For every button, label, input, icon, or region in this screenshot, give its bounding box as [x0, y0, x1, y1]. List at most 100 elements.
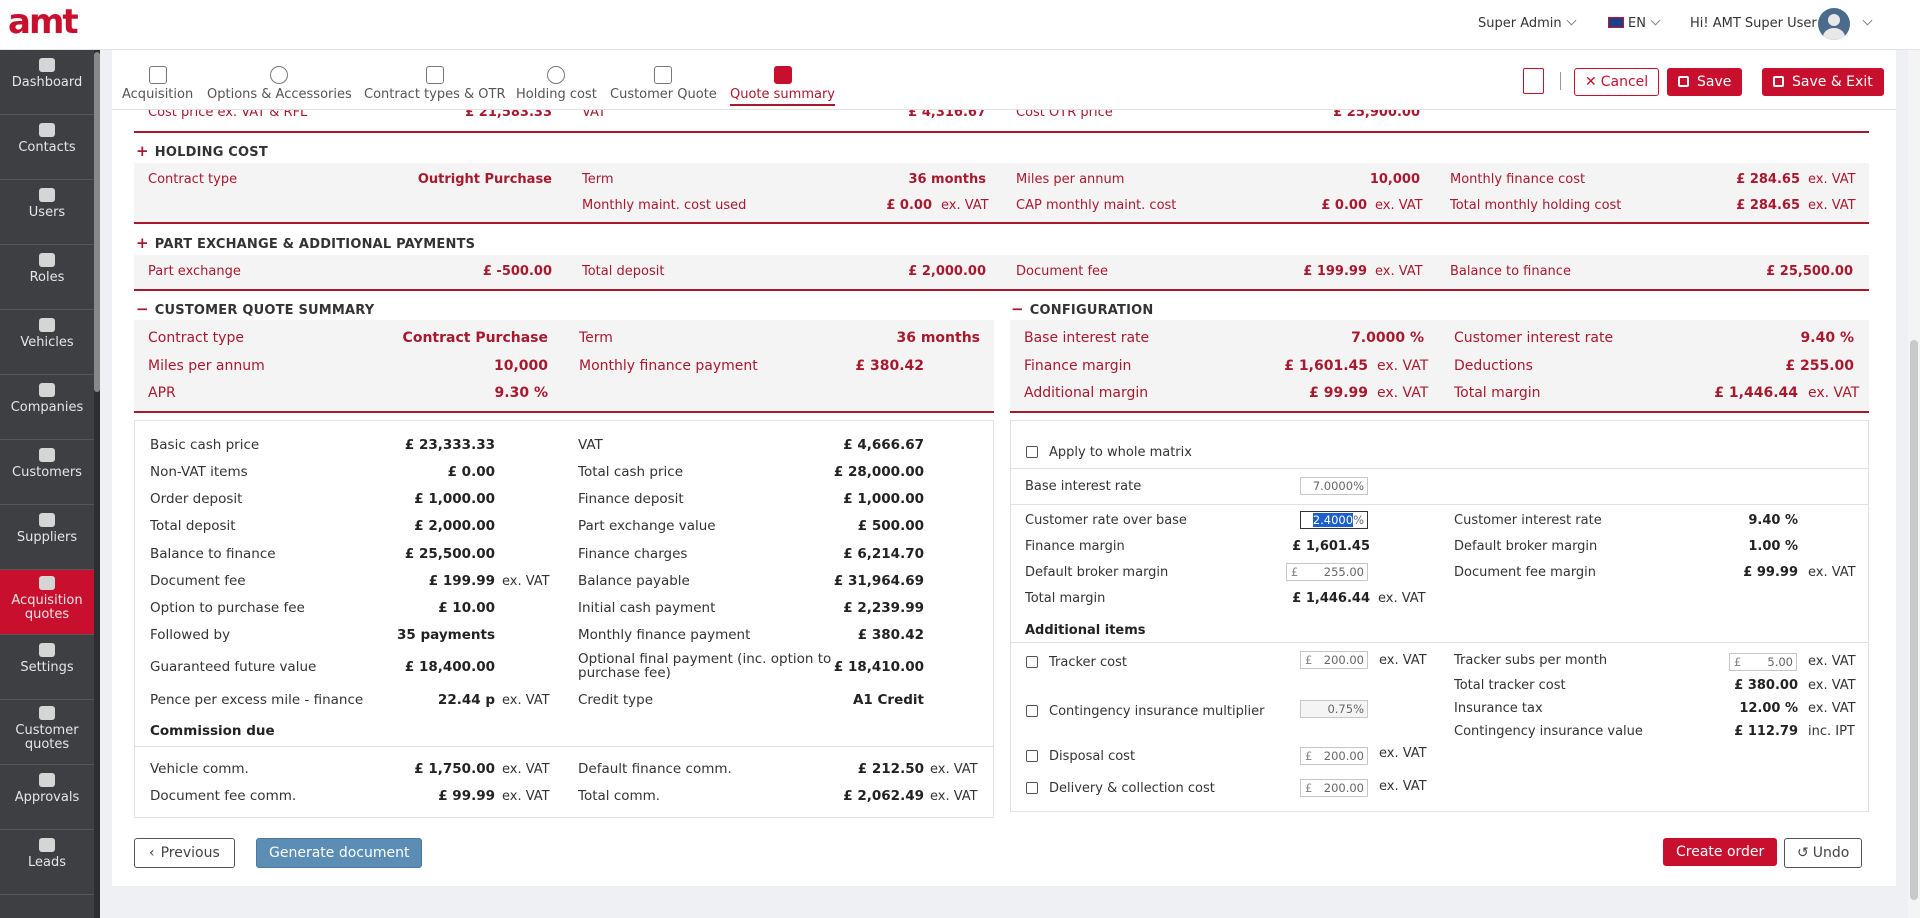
divider [1010, 504, 1869, 505]
sidebar-item-approvals[interactable]: Approvals [0, 765, 94, 830]
page-scroll-thumb[interactable] [1910, 340, 1918, 900]
total-deposit-value: £ 2,000.00 [908, 264, 986, 279]
holding-term-value: 36 months [908, 172, 986, 187]
tab-options-accessories[interactable]: Options & Accessories [207, 66, 352, 102]
tracker-subs-input[interactable]: £5.00 [1729, 653, 1797, 671]
configuration-header[interactable]: − CONFIGURATION [1011, 300, 1154, 318]
sidebar-item-roles[interactable]: Roles [0, 245, 94, 310]
vehicle-comm-label: Vehicle comm. [150, 761, 249, 777]
detail-label: Finance charges [578, 546, 688, 562]
disposal-checkbox[interactable] [1026, 750, 1038, 762]
sidebar-item-settings[interactable]: Settings [0, 635, 94, 700]
cfg-deductions-label: Deductions [1454, 358, 1533, 374]
delivery-checkbox[interactable] [1026, 782, 1038, 794]
sidebar-item-customers[interactable]: Customers [0, 440, 94, 505]
cancel-button[interactable]: ✕ Cancel [1574, 68, 1660, 96]
tab-quote-summary[interactable]: Quote summary [730, 66, 835, 106]
exvat-label: ex. VAT [1808, 654, 1856, 669]
default-fin-comm-label: Default finance comm. [578, 761, 732, 777]
tab-label: Customer Quote [610, 87, 717, 102]
divider [1010, 411, 1869, 413]
doc-fee-label: Document fee [1016, 264, 1109, 279]
tracker-input[interactable]: £200.00 [1300, 651, 1368, 669]
detail-label: Pence per excess mile - finance [150, 692, 364, 708]
tab-contract-types[interactable]: Contract types & OTR [364, 66, 505, 102]
language-selector[interactable]: EN [1608, 15, 1661, 31]
input-value: 200.00 [1323, 749, 1364, 763]
plus-icon: + [136, 234, 149, 252]
sidebar-item-contacts[interactable]: Contacts [0, 115, 94, 180]
tab-acquisition[interactable]: Acquisition [122, 66, 193, 102]
cust-rate-label: Customer interest rate [1454, 513, 1602, 528]
cfg-total-margin-value: £ 1,446.44 [1714, 385, 1798, 401]
input-value: 255.00 [1323, 565, 1364, 579]
detail-value: £ 18,410.00 [833, 659, 924, 675]
avatar[interactable] [1818, 8, 1850, 40]
cust-over-base-input[interactable]: 2.4000% [1300, 511, 1368, 529]
generate-document-button[interactable]: Generate document [256, 838, 423, 868]
doc-fee-margin-label: Document fee margin [1454, 565, 1597, 580]
total-tracker-label: Total tracker cost [1454, 678, 1566, 693]
previous-button[interactable]: ‹ Previous [134, 838, 235, 868]
contingency-checkbox[interactable] [1026, 705, 1038, 717]
detail-value: £ 25,500.00 [404, 546, 495, 562]
save-exit-button[interactable]: Save & Exit [1762, 68, 1884, 96]
input-value: 2.4000 [1312, 513, 1354, 527]
tab-label: Options & Accessories [207, 87, 352, 102]
holding-cost-header[interactable]: + HOLDING COST [136, 142, 268, 160]
create-order-button[interactable]: Create order [1663, 838, 1778, 866]
detail-value: £ 1,000.00 [414, 491, 495, 507]
exvat-label: ex. VAT [1808, 701, 1856, 716]
cap-maint-value: £ 0.00 [1321, 198, 1367, 213]
disposal-input[interactable]: £200.00 [1300, 747, 1368, 765]
sidebar-item-users[interactable]: Users [0, 180, 94, 245]
sidebar-item-leads[interactable]: Leads [0, 830, 94, 895]
apply-matrix-label: Apply to whole matrix [1049, 445, 1192, 460]
detail-label: Followed by [150, 627, 231, 643]
detail-label: Order deposit [150, 491, 243, 507]
delivery-input[interactable]: £200.00 [1300, 779, 1368, 797]
sidebar-item-suppliers[interactable]: Suppliers [0, 505, 94, 570]
tab-customer-quote[interactable]: Customer Quote [610, 66, 717, 102]
sidebar-item-customer-quotes[interactable]: Customer quotes [0, 700, 94, 765]
sidebar-item-acquisition-quotes[interactable]: Acquisition quotes [0, 570, 94, 635]
undo-button[interactable]: ↺ Undo [1784, 838, 1863, 868]
balance-finance-value: £ 25,500.00 [1766, 264, 1853, 279]
holding-miles-value: 10,000 [1369, 172, 1420, 187]
contingency-input[interactable]: 0.75% [1300, 700, 1368, 718]
sidebar-item-vehicles[interactable]: Vehicles [0, 310, 94, 375]
sidebar-scroll-thumb[interactable] [94, 52, 100, 392]
page-scrollbar[interactable] [1908, 50, 1920, 918]
document-icon[interactable] [1523, 68, 1544, 94]
detail-value: 35 payments [397, 627, 495, 643]
insurance-tax-label: Insurance tax [1454, 701, 1543, 716]
detail-value: £ 199.99 [428, 573, 495, 589]
tab-holding-cost[interactable]: Holding cost [516, 66, 597, 102]
detail-value: £ 2,000.00 [414, 518, 495, 534]
def-broker-input[interactable]: £255.00 [1286, 563, 1368, 581]
holding-contract-type-label: Contract type [148, 172, 238, 187]
tabs-bar: Acquisition Options & Accessories Contra… [112, 50, 1896, 110]
part-exchange-header[interactable]: + PART EXCHANGE & ADDITIONAL PAYMENTS [136, 234, 475, 252]
amt-logo[interactable]: amt [8, 2, 79, 42]
divider [134, 222, 1869, 224]
section-title: CUSTOMER QUOTE SUMMARY [154, 303, 375, 318]
maint-used-label: Monthly maint. cost used [582, 198, 747, 213]
sidebar-item-dashboard[interactable]: Dashboard [0, 50, 94, 115]
sidebar-scrollbar[interactable] [94, 50, 100, 918]
base-rate-input[interactable]: 7.0000% [1300, 477, 1368, 495]
monthly-finance-cost-label: Monthly finance cost [1450, 172, 1586, 187]
apply-matrix-checkbox[interactable] [1026, 446, 1038, 458]
default-fin-comm-value: £ 212.50 [857, 761, 924, 777]
undo-icon: ↺ [1797, 845, 1809, 861]
tracker-checkbox[interactable] [1026, 656, 1038, 668]
cfg-fin-margin-value: £ 1,601.45 [1284, 358, 1368, 374]
user-menu-toggle[interactable] [1858, 15, 1873, 31]
role-selector[interactable]: Super Admin [1478, 15, 1577, 31]
summary-doc-icon [773, 66, 792, 84]
customer-quote-summary-header[interactable]: − CUSTOMER QUOTE SUMMARY [136, 300, 374, 318]
sidebar-item-label: Suppliers [16, 530, 78, 545]
detail-value: £ 18,400.00 [404, 659, 495, 675]
save-button[interactable]: Save [1667, 68, 1743, 96]
sidebar-item-companies[interactable]: Companies [0, 375, 94, 440]
